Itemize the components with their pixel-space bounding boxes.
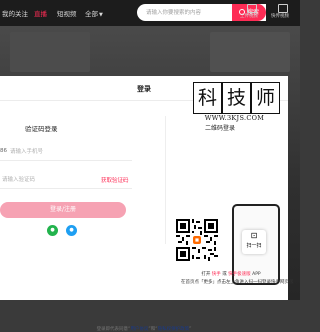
nav-live-link[interactable]: 直播 bbox=[34, 8, 47, 18]
nav-short-video-link[interactable]: 短视频 bbox=[57, 8, 77, 18]
scan-label: 扫一扫 bbox=[246, 243, 262, 249]
agreement-prefix: 登录即代表同意 bbox=[96, 327, 129, 332]
background-thumbnail bbox=[10, 32, 90, 72]
code-field-row: 获取验证码 bbox=[0, 172, 132, 189]
country-code[interactable]: 86 bbox=[0, 148, 7, 154]
phone-field-row: 86 bbox=[0, 144, 132, 161]
background-thumbnail bbox=[210, 32, 290, 72]
search-input[interactable] bbox=[137, 4, 241, 21]
qr-instruction-line1: 打开 快手 或 快手极速版 APP bbox=[181, 271, 281, 277]
upload-icon bbox=[247, 4, 257, 13]
scan-icon: ⊡ bbox=[250, 231, 258, 240]
wechat-login-icon[interactable]: ● bbox=[47, 225, 58, 236]
verification-code-input[interactable] bbox=[2, 174, 87, 186]
quick-upload-icon bbox=[278, 4, 288, 13]
qr-tip-app-suffix: APP bbox=[252, 272, 261, 277]
upload-video-link[interactable]: 上传视频 bbox=[240, 13, 258, 19]
quick-upload-link[interactable]: 快传视频 bbox=[271, 13, 289, 19]
qr-instruction-line2: 在首页点「更多」点击左上角进入扫一扫登录快手网页版 bbox=[181, 280, 294, 285]
nav-all-label: 全部 bbox=[85, 10, 98, 18]
qr-tip-app-lite: 快手极速版 bbox=[228, 272, 251, 277]
watermark-char-3: 师 bbox=[251, 82, 280, 114]
column-divider bbox=[165, 116, 166, 244]
watermark-char-1: 科 bbox=[193, 82, 222, 114]
privacy-policy-link[interactable]: 隐私权保护政策 bbox=[158, 327, 190, 332]
qr-code bbox=[176, 219, 218, 261]
watermark-url: WWW.3KJS.COM bbox=[204, 114, 265, 122]
top-navbar: 我的关注 直播 短视频 全部▼ 搜索 上传视频 快传视频 bbox=[0, 0, 300, 26]
get-code-link[interactable]: 获取验证码 bbox=[101, 176, 129, 184]
nav-all-dropdown[interactable]: 全部▼ bbox=[85, 8, 103, 18]
agreement-and: 和 bbox=[150, 327, 156, 332]
nav-follow-link[interactable]: 我的关注 bbox=[2, 8, 28, 18]
user-agreement-link[interactable]: 用户协议 bbox=[130, 327, 148, 332]
phone-number-input[interactable] bbox=[10, 146, 125, 158]
scan-illustration: ⊡ 扫一扫 bbox=[242, 230, 266, 254]
qr-tip-open: 打开 bbox=[201, 272, 211, 277]
qr-tip-or: 或 bbox=[222, 272, 227, 277]
sms-login-title: 验证码登录 bbox=[25, 125, 58, 133]
qq-login-icon[interactable]: ● bbox=[66, 225, 77, 236]
qr-login-title: 二维码登录 bbox=[205, 125, 236, 132]
chevron-down-icon: ▼ bbox=[99, 12, 103, 18]
login-register-button[interactable]: 登录/注册 bbox=[0, 202, 126, 218]
watermark-char-2: 技 bbox=[222, 82, 251, 114]
agreement-text: 登录即代表同意“用户协议”和“隐私权保护政策” bbox=[96, 327, 192, 332]
qr-tip-app-kuaishou: 快手 bbox=[211, 272, 221, 277]
